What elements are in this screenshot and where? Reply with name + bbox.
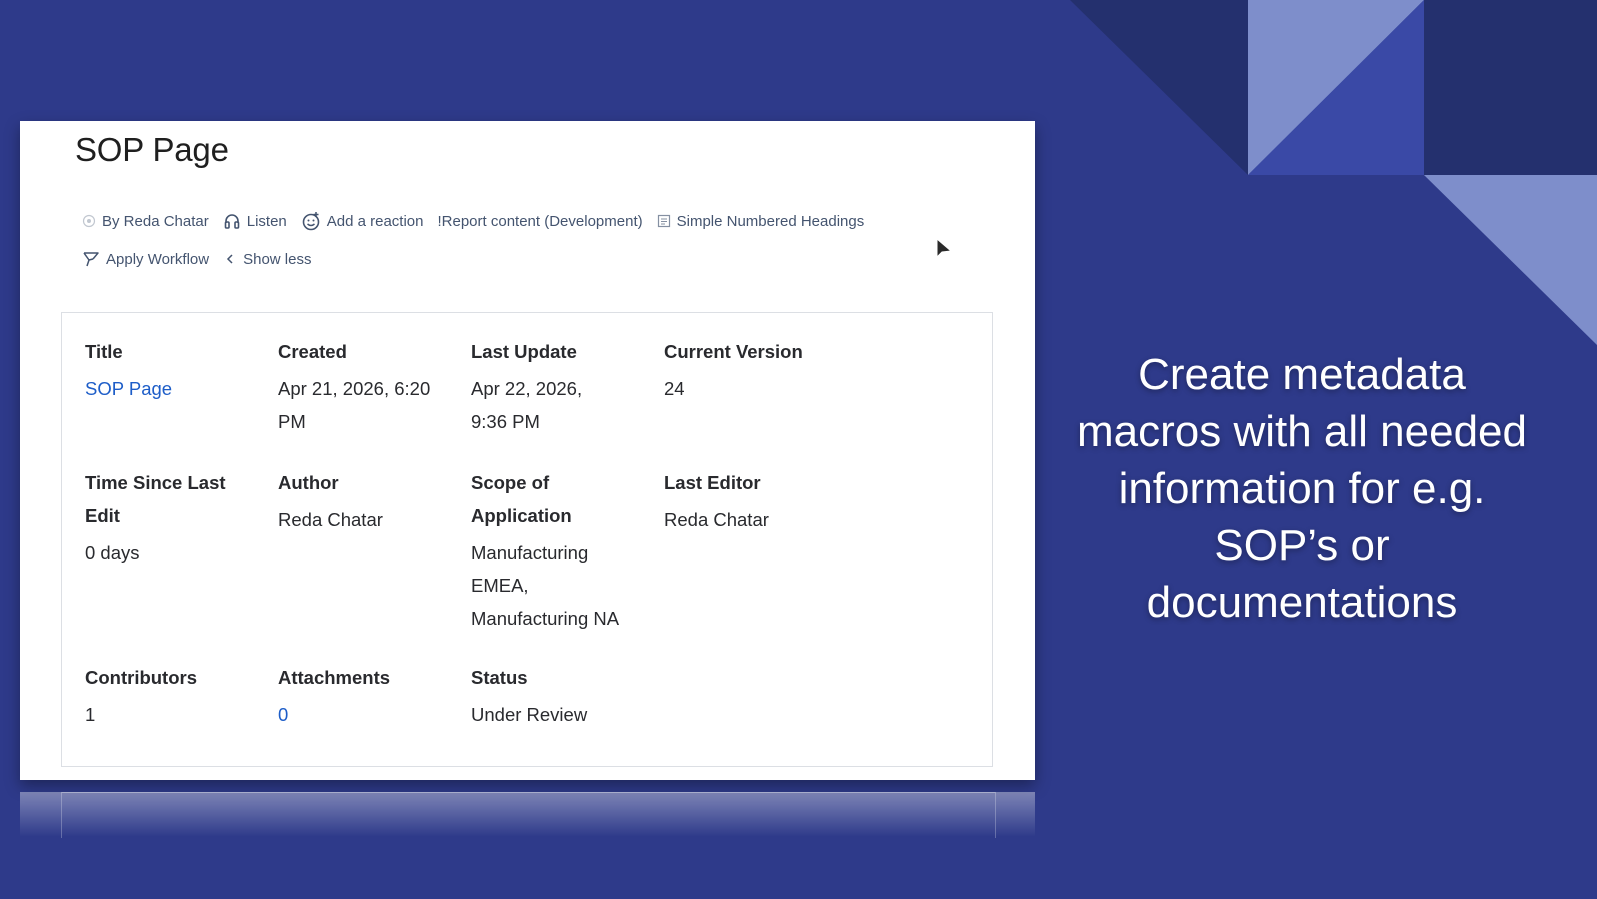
field-label: Title: [85, 341, 123, 362]
metadata-table: Title SOP Page Created Apr 21, 2026, 6:2…: [61, 312, 993, 767]
field-last-editor: Last Editor Reda Chatar: [664, 466, 844, 536]
show-less-button[interactable]: Show less: [223, 248, 311, 270]
add-reaction-label: Add a reaction: [326, 212, 424, 230]
field-label: Status: [471, 667, 528, 688]
app-icon: [657, 214, 671, 228]
field-label: Created: [278, 341, 347, 362]
workflow-icon: [82, 250, 100, 268]
field-scope-of-application: Scope of Application Manufacturing EMEA,…: [471, 466, 651, 635]
apply-workflow-button[interactable]: Apply Workflow: [82, 248, 209, 270]
field-label: Attachments: [278, 667, 391, 688]
field-value: Apr 22, 2026, 9:36 PM: [471, 378, 583, 432]
apply-workflow-label: Apply Workflow: [106, 250, 210, 268]
page-byline: By Reda Chatar Listen Add a reaction !Re…: [82, 210, 982, 270]
report-content-button[interactable]: !Report content (Development): [438, 210, 643, 232]
field-created: Created Apr 21, 2026, 6:20 PM: [278, 335, 458, 438]
slide-caption: Create metadata macros with all needed i…: [1076, 350, 1527, 627]
show-less-label: Show less: [243, 250, 312, 268]
field-value: Apr 21, 2026, 6:20 PM: [278, 378, 431, 432]
listen-label: Listen: [246, 212, 287, 230]
attachments-link[interactable]: 0: [278, 698, 458, 731]
field-time-since-last-edit: Time Since Last Edit 0 days: [85, 466, 265, 569]
page-title: SOP Page: [75, 131, 229, 168]
field-value: 0 days: [85, 542, 140, 563]
field-label: Current Version: [664, 341, 803, 362]
field-label: Author: [278, 472, 339, 493]
numbered-headings-button[interactable]: Simple Numbered Headings: [657, 210, 865, 232]
field-status: Status Under Review: [471, 661, 651, 731]
numbered-headings-label: Simple Numbered Headings: [676, 212, 865, 230]
report-content-label: !Report content (Development): [437, 212, 643, 230]
field-value: Manufacturing EMEA, Manufacturing NA: [471, 542, 620, 629]
field-value: Under Review: [471, 704, 588, 725]
confluence-page-screenshot: SOP Page By Reda Chatar Listen Add a rea…: [20, 121, 1035, 780]
field-label: Contributors: [85, 667, 198, 688]
chevron-left-icon: [223, 252, 237, 266]
add-reaction-button[interactable]: Add a reaction: [301, 210, 424, 232]
emoji-add-icon: [301, 211, 321, 231]
field-label: Scope of Application: [471, 472, 572, 526]
field-attachments: Attachments 0: [278, 661, 458, 731]
field-author: Author Reda Chatar: [278, 466, 458, 536]
field-label: Last Update: [471, 341, 577, 362]
field-last-update: Last Update Apr 22, 2026, 9:36 PM: [471, 335, 651, 438]
listen-button[interactable]: Listen: [223, 210, 287, 232]
author-link[interactable]: By Reda Chatar: [102, 213, 209, 230]
title-link[interactable]: SOP Page: [85, 372, 265, 405]
field-value: Reda Chatar: [664, 509, 769, 530]
field-contributors: Contributors 1: [85, 661, 265, 731]
reflection-box: [61, 792, 996, 838]
mouse-cursor-icon: [935, 237, 953, 265]
field-value: 1: [85, 704, 96, 725]
field-label: Last Editor: [664, 472, 761, 493]
field-value: 24: [664, 378, 685, 399]
byline-author[interactable]: By Reda Chatar: [82, 210, 209, 232]
field-title: Title SOP Page: [85, 335, 265, 405]
field-label: Time Since Last Edit: [85, 472, 226, 526]
field-value: Reda Chatar: [278, 509, 383, 530]
avatar-icon: [82, 214, 96, 228]
headphones-icon: [223, 212, 241, 230]
field-current-version: Current Version 24: [664, 335, 844, 405]
screenshot-reflection: [20, 792, 1035, 838]
